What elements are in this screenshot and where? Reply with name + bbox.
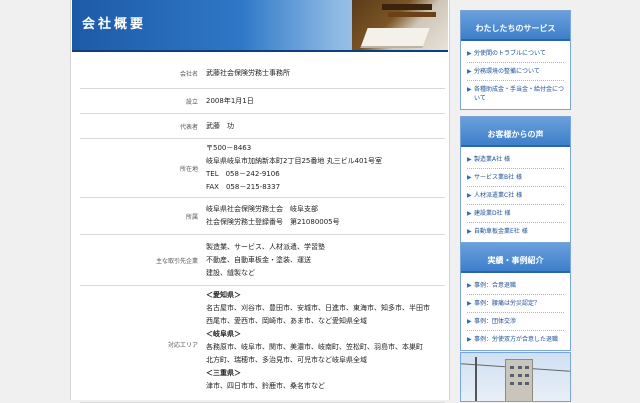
info-value-line: 北方町、瑞穂市、多治見市、可児市など岐阜県全域 — [206, 356, 367, 364]
sidebar-link-testimonials[interactable]: ▶ 建設業D社 様 — [467, 205, 564, 223]
sidebar-link-label: 建設業D社 様 — [474, 210, 511, 217]
sidebar-link-cases[interactable]: ▶ 事例：腰痛は労災認定？ — [467, 295, 564, 313]
info-row: 設立 2008年1月1日 — [80, 89, 445, 114]
arrow-icon: ▶ — [467, 228, 472, 235]
sidebar-link-label: 自動車板金業E社 様 — [474, 228, 528, 235]
info-value-line: 津市、四日市市、鈴鹿市、桑名市など — [206, 382, 325, 390]
office-building-photo — [460, 352, 571, 402]
info-row: 代表者 武藤 功 — [80, 114, 445, 139]
info-value-line: 岐阜県岐阜市加納新本町2丁目25番地 丸三ビル401号室 — [206, 157, 382, 165]
info-value: 武藤 功 — [206, 114, 445, 133]
page-header: 会社概要 — [72, 0, 448, 52]
arrow-icon: ▶ — [467, 336, 472, 343]
sidebar-link-label: 労務環境の整備について — [474, 68, 540, 75]
info-value: 岐阜県社会保険労務士会 岐阜支部社会保険労務士登録番号 第21080005号 — [206, 198, 445, 229]
info-value-line: 各務原市、岐阜市、関市、美濃市、岐南町、笠松町、羽島市、本巣町 — [206, 343, 423, 351]
sidebar-link-testimonials[interactable]: ▶ 製造業A社 様 — [467, 151, 564, 169]
info-row: 対応エリア ＜愛知県＞ 名古屋市、刈谷市、豊田市、安城市、日進市、東海市、知多市、半… — [80, 286, 445, 403]
cases-list: ▶ 事例：合意退職 ▶ 事例：腰痛は労災認定？ ▶ 事例：団体交渉 ▶ 事例：労使双方が合意し… — [461, 273, 570, 350]
sidebar-link-label: サービス業B社 様 — [474, 174, 523, 181]
info-row: 所属 岐阜県社会保険労務士会 岐阜支部社会保険労務士登録番号 第21080005号 — [80, 198, 445, 235]
info-value: 製造業、サービス、人材派遣、学習塾 不動産、自動車板金・塗装、運送 建設、縫製など — [206, 235, 445, 280]
testimonials-box: お客様からの声 ▶ 製造業A社 様 ▶ サービス業B社 様 ▶ 人材派遣業C社 様 ▶ 建設業… — [460, 116, 571, 243]
info-value-line: ＜三重県＞ — [206, 369, 241, 377]
page: 会社概要 会社名 武藤社会保険労務士事務所設立 2008年1月1日代表者 武藤 功所在… — [0, 0, 640, 403]
sidebar-link-services[interactable]: ▶ 労務環境の整備について — [467, 63, 564, 81]
sidebar-link-testimonials[interactable]: ▶ 人材派遣業C社 様 — [467, 187, 564, 205]
info-value: 武藤社会保険労務士事務所 — [206, 58, 445, 80]
company-info-table: 会社名 武藤社会保険労務士事務所設立 2008年1月1日代表者 武藤 功所在地 〒500… — [80, 58, 445, 403]
sidebar-link-label: 事例：労使双方が合意した退職 — [474, 336, 559, 343]
info-value-line: 社会保険労務士登録番号 第21080005号 — [206, 218, 340, 226]
info-row: 主な取引先企業 製造業、サービス、人材派遣、学習塾 不動産、自動車板金・塗装、運送建… — [80, 235, 445, 286]
sidebar-link-label: 事例：腰痛は労災認定？ — [474, 300, 541, 307]
info-value-line: 不動産、自動車板金・塗装、運送 — [206, 255, 311, 264]
arrow-icon: ▶ — [467, 68, 472, 75]
info-value-line: 2008年1月1日 — [206, 96, 254, 105]
sidebar-link-services[interactable]: ▶ 各種助成金・手当金・給付金について — [467, 81, 564, 107]
info-value-line: 建設、縫製など — [206, 268, 255, 277]
sidebar-link-label: 人材派遣業C社 様 — [474, 192, 523, 199]
services-heading: わたしたちのサービス — [461, 11, 570, 41]
info-value-line: 製造業、サービス、人材派遣、学習塾 — [206, 242, 325, 251]
services-list: ▶ 労使間のトラブルについて ▶ 労務環境の整備について ▶ 各種助成金・手当金・給付金に… — [461, 41, 570, 109]
info-label: 設立 — [185, 99, 198, 106]
sidebar-link-label: 製造業A社 様 — [474, 156, 511, 163]
arrow-icon: ▶ — [467, 192, 472, 199]
info-value-line: 西尾市、愛西市、岡崎市、あま市、など愛知県全域 — [206, 317, 367, 325]
cases-heading: 実績・事例紹介 — [461, 243, 570, 273]
arrow-icon: ▶ — [467, 300, 472, 307]
services-box: わたしたちのサービス ▶ 労使間のトラブルについて ▶ 労務環境の整備について ▶ 各種助… — [460, 10, 571, 110]
info-label: 所属 — [185, 214, 198, 221]
arrow-icon: ▶ — [467, 86, 472, 93]
info-value-line: 〒500－8463 — [206, 144, 252, 152]
arrow-icon: ▶ — [467, 50, 472, 57]
arrow-icon: ▶ — [467, 318, 472, 325]
info-value-line: TEL 058－242-9106 — [206, 170, 280, 178]
info-value: 2008年1月1日 — [206, 89, 445, 108]
sidebar-link-label: 事例：合意退職 — [474, 282, 517, 289]
info-value: 〒500－8463 岐阜県岐阜市加納新本町2丁目25番地 丸三ビル401号室 TEL… — [206, 139, 445, 194]
sidebar-link-label: 事例：団体交渉 — [474, 318, 517, 325]
header-divider — [72, 50, 448, 52]
testimonials-list: ▶ 製造業A社 様 ▶ サービス業B社 様 ▶ 人材派遣業C社 様 ▶ 建設業D社 様 ▶ 自動車… — [461, 147, 570, 242]
sidebar-link-testimonials[interactable]: ▶ サービス業B社 様 — [467, 169, 564, 187]
sidebar-link-cases[interactable]: ▶ 事例：団体交渉 — [467, 313, 564, 331]
testimonials-heading: お客様からの声 — [461, 117, 570, 147]
info-label: 会社名 — [179, 71, 198, 78]
arrow-icon: ▶ — [467, 210, 472, 217]
cases-box: 実績・事例紹介 ▶ 事例：合意退職 ▶ 事例：腰痛は労災認定？ ▶ 事例：団体交渉 ▶ 事例：… — [460, 242, 571, 351]
info-value-line: 武藤社会保険労務士事務所 — [206, 68, 290, 77]
info-value-line: 岐阜県社会保険労務士会 岐阜支部 — [206, 205, 318, 213]
info-row: 会社名 武藤社会保険労務士事務所 — [80, 58, 445, 89]
info-value-line: 武藤 功 — [206, 121, 234, 130]
sidebar-link-label: 労使間のトラブルについて — [474, 50, 546, 57]
info-value-line: 名古屋市、刈谷市、豊田市、安城市、日進市、東海市、知多市、半田市 — [206, 304, 430, 312]
sidebar-link-services[interactable]: ▶ 労使間のトラブルについて — [467, 45, 564, 63]
header-books-image — [352, 0, 448, 52]
sidebar-link-cases[interactable]: ▶ 事例：労使双方が合意した退職 — [467, 331, 564, 348]
info-value: ＜愛知県＞ 名古屋市、刈谷市、豊田市、安城市、日進市、東海市、知多市、半田市 西尾市… — [206, 286, 445, 393]
info-label: 代表者 — [179, 124, 198, 131]
sidebar-link-cases[interactable]: ▶ 事例：合意退職 — [467, 277, 564, 295]
arrow-icon: ▶ — [467, 174, 472, 181]
info-label: 主な取引先企業 — [155, 258, 198, 265]
arrow-icon: ▶ — [467, 282, 472, 289]
page-title: 会社概要 — [82, 17, 147, 32]
info-value-line: ＜愛知県＞ — [206, 291, 241, 299]
info-label: 所在地 — [179, 166, 198, 173]
info-value-line: ＜岐阜県＞ — [206, 330, 241, 338]
info-label: 対応エリア — [167, 342, 198, 349]
sidebar-link-testimonials[interactable]: ▶ 自動車板金業E社 様 — [467, 223, 564, 240]
arrow-icon: ▶ — [467, 156, 472, 163]
info-row: 所在地 〒500－8463 岐阜県岐阜市加納新本町2丁目25番地 丸三ビル401号室… — [80, 139, 445, 198]
sidebar-link-label: 各種助成金・手当金・給付金について — [474, 86, 565, 102]
info-value-line: FAX 058－215-8337 — [206, 183, 281, 191]
